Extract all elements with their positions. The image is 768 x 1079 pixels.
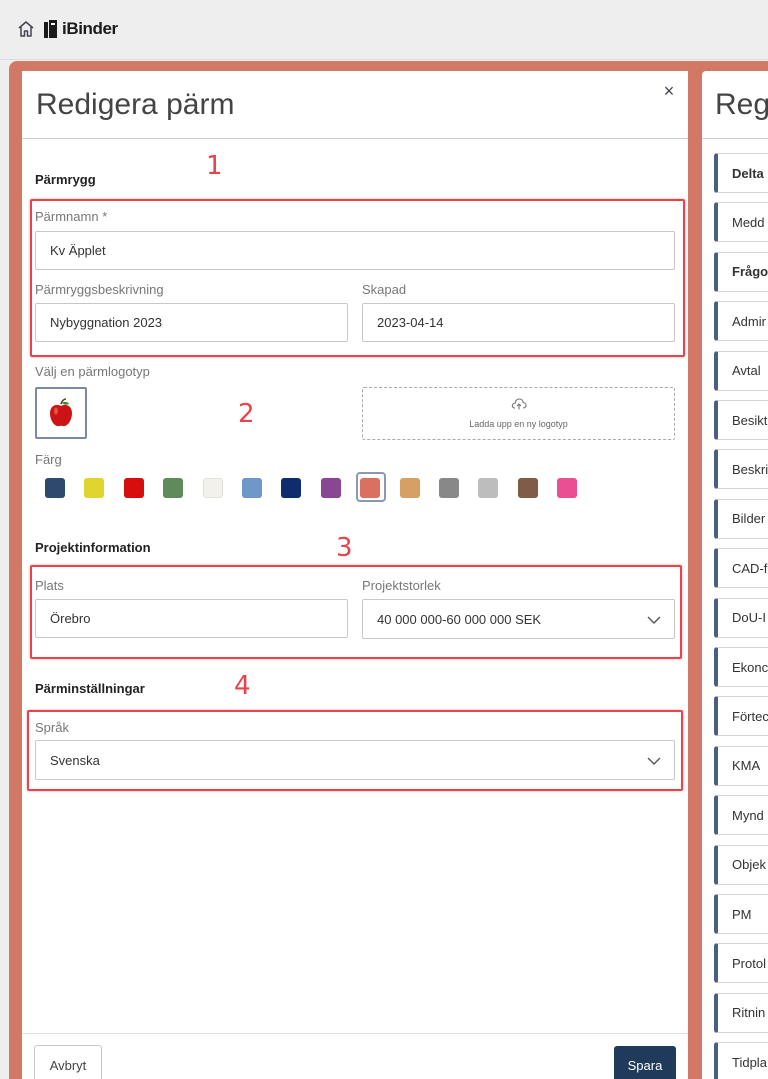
created-date-input[interactable]: [362, 303, 675, 342]
color-label: Färg: [35, 452, 62, 467]
right-panel-item[interactable]: CAD-f: [714, 548, 768, 589]
color-swatch[interactable]: [84, 478, 105, 498]
spine-description-input[interactable]: [35, 303, 348, 342]
app-logo[interactable]: iBinder: [44, 17, 118, 41]
home-icon[interactable]: [16, 19, 36, 39]
dialog-title: Redigera pärm: [36, 88, 235, 121]
color-swatch[interactable]: [202, 478, 223, 498]
color-swatch[interactable]: [399, 478, 420, 498]
right-panel-divider: [702, 138, 768, 139]
right-panel-item[interactable]: DoU-I: [714, 597, 768, 638]
language-label: Språk: [35, 720, 69, 735]
right-panel-item[interactable]: Frågo: [714, 251, 768, 292]
title-divider: [22, 138, 688, 139]
color-swatch[interactable]: [360, 478, 381, 498]
binder-name-label: Pärmnamn *: [35, 209, 108, 224]
edit-binder-dialog: Redigera pärm × Pärmrygg Pärmnamn * Pärm…: [22, 71, 688, 1079]
cancel-button[interactable]: Avbryt: [34, 1045, 102, 1079]
section-binder-spine: Pärmrygg: [35, 172, 96, 187]
close-icon[interactable]: ×: [659, 81, 679, 103]
upload-text: Ladda upp en ny logotyp: [469, 419, 568, 429]
right-panel-item[interactable]: Ekonc: [714, 647, 768, 687]
right-panel-item[interactable]: Tidpla: [714, 1042, 768, 1079]
right-panel-item[interactable]: Besikt: [714, 400, 768, 440]
right-panel-item[interactable]: Mynd: [714, 795, 768, 836]
project-size-value: 40 000 000-60 000 000 SEK: [377, 611, 542, 627]
color-swatch[interactable]: [123, 478, 144, 498]
right-panel-item[interactable]: PM: [714, 894, 768, 934]
right-panel-item[interactable]: Delta: [714, 153, 768, 193]
color-swatch[interactable]: [163, 478, 184, 498]
logo-upload-area[interactable]: Ladda upp en ny logotyp: [362, 387, 675, 440]
color-swatch[interactable]: [281, 478, 302, 498]
annotation-number-2: 2: [238, 399, 255, 429]
apple-icon: [50, 398, 72, 427]
app-name: iBinder: [62, 19, 118, 38]
language-value: Svenska: [50, 752, 100, 768]
annotation-number-1: 1: [206, 151, 223, 181]
color-swatch[interactable]: [478, 478, 499, 498]
right-panel-item[interactable]: Förtec: [714, 696, 768, 737]
save-button[interactable]: Spara: [614, 1046, 676, 1079]
top-bar: iBinder: [0, 0, 768, 60]
right-panel-item[interactable]: Protol: [714, 943, 768, 984]
binder-logo-icon: [44, 20, 57, 38]
footer-divider: [22, 1033, 688, 1034]
spine-description-label: Pärmryggsbeskrivning: [35, 282, 164, 297]
right-panel-item[interactable]: KMA: [714, 745, 768, 786]
project-size-label: Projektstorlek: [362, 578, 441, 593]
right-panel-item[interactable]: Bilder: [714, 498, 768, 539]
color-swatch[interactable]: [439, 478, 459, 498]
right-panel-item[interactable]: Medd: [714, 202, 768, 243]
color-swatch[interactable]: [320, 478, 341, 498]
color-swatch[interactable]: [557, 478, 578, 498]
right-panel-title: Regi: [715, 88, 768, 121]
annotation-number-3: 3: [336, 533, 353, 563]
language-select[interactable]: Svenska: [35, 740, 675, 780]
binder-name-input[interactable]: [35, 231, 675, 270]
annotation-number-4: 4: [234, 671, 251, 701]
location-input[interactable]: [35, 599, 348, 638]
location-label: Plats: [35, 578, 64, 593]
section-binder-settings: Pärminställningar: [35, 681, 145, 696]
right-panel-item[interactable]: Ritnin: [714, 992, 768, 1033]
right-panel-item[interactable]: Objek: [714, 844, 768, 885]
color-swatch[interactable]: [45, 478, 65, 498]
right-panel: Regi Delta Medd Frågo Admir Avtal Besikt Beskr…: [702, 71, 768, 1079]
created-label: Skapad: [362, 282, 407, 297]
binder-logo-option[interactable]: [35, 387, 87, 439]
color-swatch[interactable]: [242, 478, 262, 498]
chevron-down-icon: [647, 616, 661, 624]
right-panel-item[interactable]: Avtal: [714, 350, 768, 391]
logo-label: Välj en pärmlogotyp: [35, 364, 150, 379]
section-project-info: Projektinformation: [35, 540, 151, 555]
project-size-select[interactable]: 40 000 000-60 000 000 SEK: [362, 599, 675, 639]
chevron-down-icon: [647, 757, 661, 765]
right-panel-item[interactable]: Beskri: [714, 449, 768, 490]
color-swatch[interactable]: [517, 478, 538, 498]
cloud-upload-icon: [511, 398, 527, 410]
right-panel-item[interactable]: Admir: [714, 301, 768, 342]
